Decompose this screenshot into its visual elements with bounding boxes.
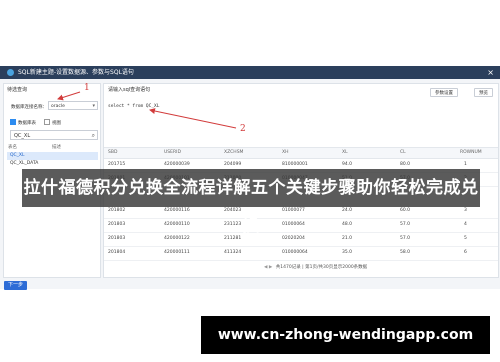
sql-tab-label: 请输入sql查询语句 [108,87,151,93]
table-cell: 02020204 [282,236,305,241]
column-header: XH [282,150,289,155]
table-cell: 201803 [108,236,126,241]
table-cell: 57.0 [400,236,411,241]
table-cell: 420000122 [164,236,190,241]
window-title: SQL新建主题-设置数据源、参数与SQL语句 [18,69,134,76]
window-titlebar: SQL新建主题-设置数据源、参数与SQL语句 × [0,66,500,79]
preview-button[interactable]: 预览 [474,88,493,97]
table-list-item[interactable]: QC_XL [7,152,98,160]
table-cell: 420000111 [164,250,190,255]
table-cell: 4 [464,222,467,227]
column-header: CL [400,150,406,155]
checkbox-views[interactable]: 视图 [44,119,61,126]
pagination-text: 共1470记录 | 第1页/共30页显示2000条数据 [275,265,368,270]
table-cell: 57.0 [400,222,411,227]
column-header: XL [342,150,348,155]
db-connection-value: oracle [51,104,65,109]
column-header: 描述 [52,145,61,150]
table-cell: 58.0 [400,250,411,255]
checkbox-tables[interactable]: 数据库表 [10,119,36,126]
banner-title: 拉什福德积分兑换全流程详解五个关键步骤助你轻松完成兑换 [23,178,479,236]
table-cell: 21.0 [342,236,353,241]
annotation-label: 2 [240,124,246,134]
table-cell: 420000110 [164,222,190,227]
app-icon [7,69,14,76]
checkbox-checked-icon [10,119,16,125]
table-cell: 35.0 [342,250,353,255]
page-nav-icon[interactable]: ◀ ▶ [264,265,272,270]
table-list-header: 表名 描述 [8,144,98,150]
table-cell: 5 [464,236,467,241]
next-step-button[interactable]: 下一步 [4,281,28,290]
table-cell: 201804 [108,250,126,255]
table-cell: 01000064 [282,222,305,227]
search-icon[interactable]: ⌕ [92,131,95,141]
column-header: XZCHSM [224,150,244,155]
table-cell: 6 [464,250,467,255]
title-banner: 拉什福德积分兑换全流程详解五个关键步骤助你轻松完成兑换 [22,169,480,236]
db-connection-select[interactable]: oracle ▾ [48,101,98,110]
table-row[interactable]: 201803 420000110 231123 01000064 48.0 57… [104,218,498,233]
db-connection-label: 数据库连接名称： [11,105,47,110]
table-cell: 201803 [108,222,126,227]
annotation-label: 1 [84,83,90,93]
table-cell: 010000064 [282,250,308,255]
table-cell: 231123 [224,222,242,227]
pagination[interactable]: ◀ ▶ 共1470记录 | 第1页/共30页显示2000条数据 [264,264,367,270]
checkbox-unchecked-icon [44,119,50,125]
watermark-footer: www.cn-zhong-wendingapp.com [201,316,490,354]
table-search-input[interactable]: QC_XL ⌕ [10,130,98,140]
footer-url: www.cn-zhong-wendingapp.com [217,327,474,343]
table-search-value: QC_XL [14,133,31,139]
column-header: USERID [164,150,181,155]
table-row[interactable]: 201803 420000122 211281 02020204 21.0 57… [104,232,498,247]
table-cell: 211281 [224,236,242,241]
checkbox-views-label: 视图 [52,121,61,126]
table-row[interactable]: 201804 420000111 411324 010000064 35.0 5… [104,246,498,261]
left-panel-label: 待选查询 [7,87,28,93]
column-header: ROWNUM [460,150,482,155]
table-list-item[interactable]: QC_XL_DATA [7,160,98,168]
column-header: 表名 [8,145,17,150]
close-icon[interactable]: × [487,66,494,79]
param-settings-button[interactable]: 参数设置 [430,88,458,97]
checkbox-tables-label: 数据库表 [18,121,36,126]
column-header: SBD [108,150,118,155]
table-cell: 411324 [224,250,242,255]
table-cell: 48.0 [342,222,353,227]
chevron-down-icon: ▾ [92,103,95,109]
sql-editor[interactable]: select * from QC_XL [108,104,159,109]
